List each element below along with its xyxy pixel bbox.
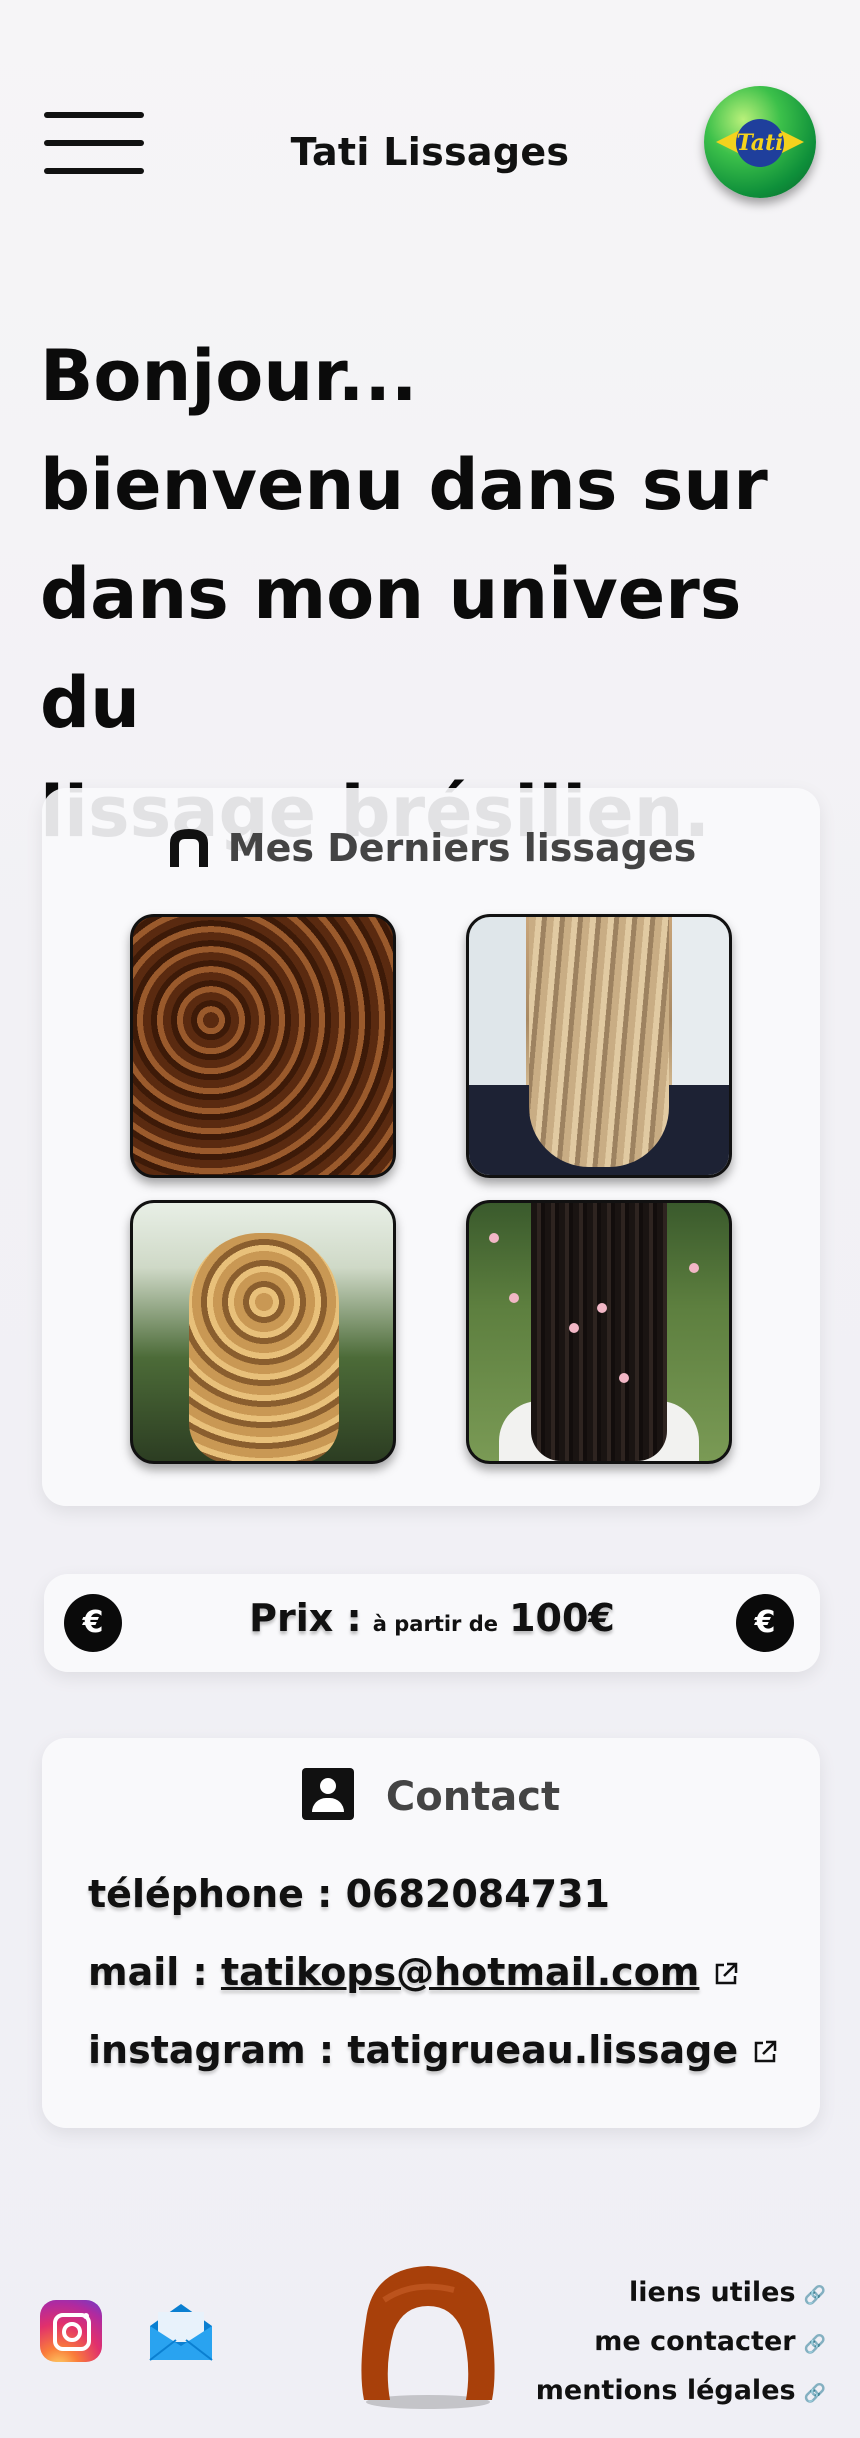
- contact-title: Contact: [385, 1774, 561, 1820]
- header: Tati Lissages Tati: [0, 0, 860, 300]
- euro-icon: €: [736, 1594, 794, 1652]
- instagram-icon[interactable]: [40, 2300, 102, 2362]
- hero-line: Bonjour...: [40, 335, 418, 417]
- contact-card: Contact téléphone : 0682084731 mail : ta…: [42, 1738, 820, 2128]
- footer-links: liens utiles 🔗 me contacter 🔗 mentions lég…: [536, 2270, 826, 2417]
- external-link-icon[interactable]: [713, 1961, 739, 1987]
- photo-hair: [529, 917, 669, 1167]
- footer-link-label: liens utiles: [629, 2277, 796, 2308]
- gallery-photo-wavy-blonde[interactable]: [130, 1200, 396, 1464]
- footer: liens utiles 🔗 me contacter 🔗 mentions lég…: [0, 2230, 860, 2438]
- hero-line: bienvenu dans sur: [40, 444, 768, 526]
- mail-label: mail :: [88, 1950, 221, 1994]
- gallery-photo-black-hair-flowers[interactable]: [466, 1200, 732, 1464]
- mail-icon[interactable]: [148, 2300, 214, 2362]
- photo-hair: [531, 1203, 667, 1461]
- footer-link-mentions-legales[interactable]: mentions légales 🔗: [536, 2368, 826, 2417]
- contact-phone: téléphone : 0682084731: [88, 1872, 610, 1916]
- photo-hair: [189, 1233, 339, 1461]
- hair-icon: [169, 829, 208, 867]
- gallery-photo-curly-brown[interactable]: [130, 914, 396, 1178]
- link-icon: 🔗: [803, 2334, 826, 2355]
- photo-blossom: [489, 1233, 499, 1243]
- phone-number[interactable]: 0682084731: [346, 1872, 610, 1916]
- phone-label: téléphone :: [88, 1872, 346, 1916]
- price-label: Prix :: [249, 1596, 362, 1640]
- photo-blossom: [509, 1293, 519, 1303]
- price-amount: 100€: [509, 1596, 615, 1640]
- instagram-lens: [62, 2322, 82, 2342]
- price-prefix: à partir de: [372, 1612, 499, 1636]
- gallery-heading: Mes Derniers lissages: [42, 826, 820, 870]
- footer-link-label: me contacter: [594, 2326, 796, 2357]
- photo-blossom: [619, 1373, 629, 1383]
- footer-link-label: mentions légales: [535, 2375, 796, 2406]
- hero-line: dans mon univers du: [40, 553, 742, 744]
- brand-logo[interactable]: Tati: [704, 86, 816, 198]
- contact-mail: mail : tatikops@hotmail.com: [88, 1950, 739, 1994]
- hero-heading: Bonjour... bienvenu dans sur dans mon un…: [40, 322, 830, 867]
- gallery-photo-blonde-straight[interactable]: [466, 914, 732, 1178]
- photo-blossom: [597, 1303, 607, 1313]
- instagram-dot: [83, 2313, 89, 2319]
- photo-blossom: [569, 1323, 579, 1333]
- gallery-card: Mes Derniers lissages: [42, 788, 820, 1506]
- price-card: € Prix : à partir de 100€ €: [44, 1574, 820, 1672]
- contact-heading: Contact: [42, 1768, 820, 1820]
- link-icon: 🔗: [803, 2383, 826, 2404]
- contact-instagram: instagram : tatigrueau.lissage: [88, 2028, 778, 2072]
- gallery-title: Mes Derniers lissages: [227, 826, 697, 870]
- instagram-label: instagram :: [88, 2028, 348, 2072]
- menu-bar: [44, 112, 144, 118]
- hair-logo-icon: [361, 2266, 495, 2409]
- contact-card-icon: [301, 1768, 354, 1820]
- photo-blossom: [689, 1263, 699, 1273]
- price-line: Prix : à partir de 100€: [44, 1596, 820, 1640]
- link-icon: 🔗: [803, 2285, 826, 2306]
- instagram-handle[interactable]: tatigrueau.lissage: [347, 2028, 738, 2072]
- footer-link-me-contacter[interactable]: me contacter 🔗: [536, 2319, 826, 2368]
- logo-text: Tati: [736, 130, 784, 156]
- external-link-icon[interactable]: [752, 2039, 778, 2065]
- footer-link-liens-utiles[interactable]: liens utiles 🔗: [536, 2270, 826, 2319]
- mail-link[interactable]: tatikops@hotmail.com: [221, 1950, 699, 1994]
